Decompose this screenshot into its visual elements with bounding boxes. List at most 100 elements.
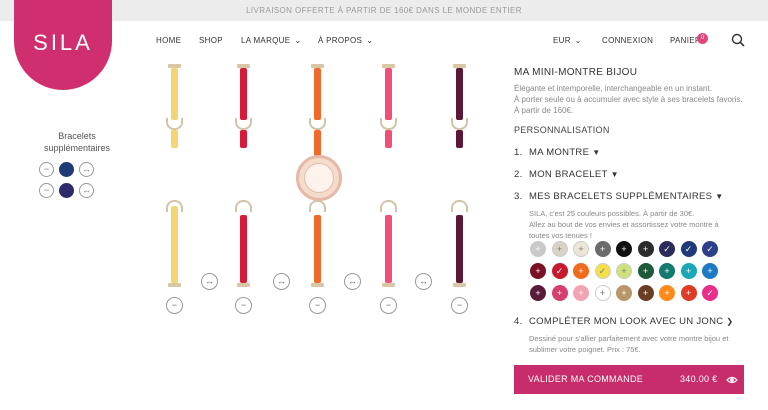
chevron-down-icon: ⌄: [574, 36, 582, 45]
swap-icon[interactable]: ↔: [344, 273, 361, 290]
step-jonc[interactable]: 4. COMPLÉTER MON LOOK AVEC UN JONC ❯: [514, 316, 733, 327]
strap-pink-bottom: [385, 215, 392, 283]
strap-yellow-tail: [171, 130, 178, 148]
strap-loop: [166, 118, 183, 130]
nav-shop[interactable]: SHOP: [199, 36, 223, 45]
strap-loop: [380, 200, 397, 212]
step-ma-montre[interactable]: 1. MA MONTRE ▼: [514, 147, 600, 158]
cta-label: VALIDER MA COMMANDE: [528, 374, 644, 384]
currency-select[interactable]: EUR ⌄: [553, 36, 582, 45]
watch-face: [304, 163, 334, 193]
chevron-down-icon: ⌄: [366, 36, 374, 45]
promo-banner: LIVRAISON OFFERTE À PARTIR DE 160€ DANS …: [0, 0, 768, 21]
bracelet-swatch-dotted-navy[interactable]: [59, 183, 74, 198]
remove-bracelet-button[interactable]: −: [380, 297, 397, 314]
strap-loop: [380, 118, 397, 130]
step3-text-line3: toutes vos tenues !: [529, 231, 592, 240]
remove-bracelet-button[interactable]: −: [451, 297, 468, 314]
color-swatch[interactable]: +: [659, 285, 675, 301]
color-swatch[interactable]: +: [551, 241, 568, 257]
color-swatch[interactable]: +: [573, 263, 589, 279]
eye-icon: [726, 376, 738, 384]
cart-count-badge: 0: [697, 33, 708, 44]
chevron-down-icon: ▼: [610, 170, 619, 179]
strap-orange-bottom: [314, 215, 321, 283]
step-label: MON BRACELET: [529, 169, 608, 180]
personnalisation-heading: PERSONNALISATION: [514, 125, 610, 135]
color-swatch[interactable]: +: [573, 241, 589, 257]
strap-yellow-top: [171, 68, 178, 120]
options-title-line1: Bracelets: [58, 131, 96, 141]
color-swatch[interactable]: ✓: [680, 241, 697, 257]
validate-order-button[interactable]: VALIDER MA COMMANDE 340.00 €: [514, 365, 744, 394]
nav-apropos[interactable]: À PROPOS ⌄: [318, 36, 373, 45]
step-number: 1.: [514, 147, 523, 158]
nav-apropos-label: À PROPOS: [318, 36, 363, 45]
color-swatch[interactable]: ✓: [659, 241, 675, 257]
strap-pink-tail: [385, 130, 392, 148]
remove-bracelet-button[interactable]: −: [39, 162, 54, 177]
color-swatch[interactable]: +: [680, 285, 697, 301]
step-number: 3.: [514, 191, 523, 202]
strap-clasp: [311, 283, 324, 287]
chevron-down-icon: ⌄: [294, 36, 302, 45]
color-swatch[interactable]: +: [616, 285, 632, 301]
search-icon[interactable]: [731, 33, 745, 47]
strap-loop: [166, 200, 183, 212]
step-label: COMPLÉTER MON LOOK AVEC UN JONC: [529, 316, 724, 327]
product-desc-line1: Élégante et intemporelle, interchangeabl…: [514, 84, 712, 93]
strap-red-tail: [240, 130, 247, 148]
strap-loop: [309, 200, 326, 212]
swap-icon[interactable]: ↔: [79, 162, 94, 177]
strap-orange-top: [314, 68, 321, 120]
bracelet-swatch-navy[interactable]: [59, 162, 74, 177]
strap-loop: [309, 118, 326, 130]
strap-clasp: [237, 283, 250, 287]
strap-loop: [451, 118, 468, 130]
step-number: 2.: [514, 169, 523, 180]
nav-connexion[interactable]: CONNEXION: [602, 36, 653, 45]
color-swatch[interactable]: +: [594, 241, 611, 257]
strap-red-bottom: [240, 215, 247, 283]
swap-icon[interactable]: ↔: [415, 273, 432, 290]
color-swatch[interactable]: +: [637, 241, 654, 257]
product-desc-line2: À porter seule ou à accumuler avec style…: [514, 95, 743, 104]
remove-bracelet-button[interactable]: −: [166, 297, 183, 314]
logo[interactable]: SILA: [14, 0, 112, 90]
color-swatch[interactable]: +: [594, 285, 611, 301]
chevron-down-icon: ▼: [592, 148, 601, 157]
color-swatch[interactable]: ✓: [551, 263, 568, 279]
step-bracelets-supplementaires[interactable]: 3. MES BRACELETS SUPPLÉMENTAIRES ▼: [514, 191, 723, 202]
color-swatch[interactable]: ✓: [702, 241, 718, 257]
remove-bracelet-button[interactable]: −: [309, 297, 326, 314]
remove-bracelet-button[interactable]: −: [39, 183, 54, 198]
step-mon-bracelet[interactable]: 2. MON BRACELET ▼: [514, 169, 619, 180]
options-title-line2: supplémentaires: [43, 143, 111, 153]
remove-bracelet-button[interactable]: −: [235, 297, 252, 314]
step3-text-line2: Allez au bout de vos envies et assortiss…: [529, 220, 719, 229]
nav-marque[interactable]: LA MARQUE ⌄: [241, 36, 301, 45]
color-swatch[interactable]: +: [702, 263, 718, 279]
swap-icon[interactable]: ↔: [79, 183, 94, 198]
color-swatch[interactable]: +: [659, 263, 675, 279]
color-swatch[interactable]: +: [530, 241, 546, 257]
swap-icon[interactable]: ↔: [201, 273, 218, 290]
color-swatch[interactable]: +: [573, 285, 589, 301]
color-swatch[interactable]: ✓: [594, 263, 611, 279]
color-swatch[interactable]: +: [551, 285, 568, 301]
step4-description: Dessiné pour s'allier parfaitement avec …: [529, 333, 759, 355]
step-number: 4.: [514, 316, 523, 327]
nav-home[interactable]: HOME: [156, 36, 181, 45]
color-swatch[interactable]: +: [680, 263, 697, 279]
color-swatch[interactable]: +: [530, 285, 546, 301]
color-swatch[interactable]: +: [530, 263, 546, 279]
step4-text-line2: sublimer votre poignet. Prix : 75€.: [529, 345, 641, 354]
color-swatch[interactable]: +: [637, 263, 654, 279]
color-swatch[interactable]: +: [616, 263, 632, 279]
strap-clasp: [168, 283, 181, 287]
product-description: Élégante et intemporelle, interchangeabl…: [514, 83, 764, 116]
color-swatch[interactable]: +: [616, 241, 632, 257]
color-swatch[interactable]: ✓: [702, 285, 718, 301]
color-swatch[interactable]: +: [637, 285, 654, 301]
swap-icon[interactable]: ↔: [273, 273, 290, 290]
